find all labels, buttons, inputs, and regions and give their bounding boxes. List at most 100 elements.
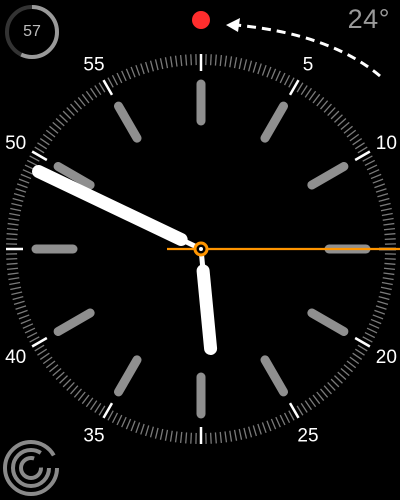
minor-tick xyxy=(49,364,59,373)
minor-tick xyxy=(185,432,188,444)
minor-tick xyxy=(308,397,317,408)
minor-tick xyxy=(111,74,119,86)
minor-tick xyxy=(9,281,21,286)
minor-tick xyxy=(229,430,233,442)
minor-tick xyxy=(257,423,262,435)
minor-tick xyxy=(346,360,357,369)
minor-tick xyxy=(135,422,141,434)
minor-tick xyxy=(22,169,34,175)
clock-hands xyxy=(32,165,400,356)
minor-tick xyxy=(209,432,212,444)
minor-tick xyxy=(383,227,395,231)
minor-tick xyxy=(247,426,253,438)
minor-tick xyxy=(42,356,53,365)
dial-numeral: 5 xyxy=(303,55,314,76)
minor-tick xyxy=(66,107,75,116)
notification-dot-icon[interactable] xyxy=(192,11,210,29)
minor-tick xyxy=(304,87,312,98)
minor-tick xyxy=(135,64,141,76)
minor-tick xyxy=(320,100,329,110)
minor-tick xyxy=(270,418,277,430)
minor-tick xyxy=(179,431,183,443)
minor-tick xyxy=(304,400,312,411)
minor-tick xyxy=(24,327,36,334)
minor-tick xyxy=(190,54,193,66)
minor-tick xyxy=(330,110,340,120)
minor-tick xyxy=(94,402,102,413)
minor-tick xyxy=(354,142,365,150)
minor-tick xyxy=(190,432,193,444)
minor-tick xyxy=(266,420,272,432)
minor-tick xyxy=(140,63,145,75)
minor-tick xyxy=(300,402,308,413)
hour-marker xyxy=(53,308,95,336)
minor-tick xyxy=(98,82,106,93)
dial-numeral: 55 xyxy=(83,55,104,76)
minor-tick xyxy=(275,416,281,428)
arrow-head-icon xyxy=(226,18,240,32)
minor-tick xyxy=(8,217,20,221)
minor-tick xyxy=(229,56,233,68)
minor-tick xyxy=(316,391,325,401)
minor-tick xyxy=(179,55,183,67)
minor-tick xyxy=(327,382,336,391)
minor-tick xyxy=(238,428,243,440)
minor-tick xyxy=(85,397,94,408)
minor-tick xyxy=(349,356,360,365)
minor-tick xyxy=(252,425,258,437)
minor-tick xyxy=(20,318,32,325)
minor-tick xyxy=(266,66,272,78)
minor-tick xyxy=(154,59,159,71)
minor-tick xyxy=(334,375,343,384)
temperature-complication[interactable]: 24° xyxy=(348,4,390,35)
minor-tick xyxy=(174,55,178,67)
minor-tick xyxy=(270,68,277,80)
minor-tick xyxy=(366,164,378,171)
minor-tick xyxy=(381,281,393,286)
minor-tick xyxy=(308,90,317,101)
minor-tick xyxy=(15,188,27,193)
minor-tick xyxy=(7,267,19,271)
minor-tick xyxy=(169,56,173,68)
minor-tick xyxy=(327,107,336,116)
minor-tick xyxy=(383,222,395,226)
minor-tick xyxy=(362,155,373,162)
minor-tick xyxy=(62,110,72,120)
minor-tick xyxy=(7,222,19,226)
minor-tick xyxy=(275,70,281,82)
minor-tick xyxy=(382,277,394,281)
minor-tick xyxy=(330,378,340,388)
minor-tick xyxy=(343,364,353,373)
activity-rings-icon[interactable] xyxy=(3,440,59,496)
minor-tick xyxy=(357,344,368,352)
minor-tick xyxy=(370,173,382,180)
minor-tick xyxy=(380,286,392,291)
minor-tick xyxy=(375,305,387,310)
minor-tick xyxy=(219,55,223,67)
minor-tick xyxy=(77,391,86,401)
minor-tick xyxy=(279,414,286,426)
minor-tick xyxy=(372,314,384,320)
minor-tick xyxy=(340,368,350,377)
dial-numeral: 20 xyxy=(376,347,397,368)
minor-tick xyxy=(372,178,384,184)
minor-tick xyxy=(164,429,169,441)
minor-tick xyxy=(149,426,155,438)
hour-marker xyxy=(114,101,142,143)
minor-tick xyxy=(364,159,376,167)
minor-tick xyxy=(130,420,136,432)
dial-numeral: 10 xyxy=(376,133,397,154)
minor-tick xyxy=(55,118,65,127)
minor-tick xyxy=(6,238,18,241)
minor-tick xyxy=(261,422,267,434)
minor-tick xyxy=(374,309,386,315)
minor-tick xyxy=(39,138,50,146)
minor-tick xyxy=(362,336,373,343)
minor-tick xyxy=(219,431,223,443)
minor-tick xyxy=(312,394,321,405)
battery-complication[interactable]: 57 xyxy=(2,2,62,62)
minor-tick xyxy=(279,72,286,84)
minor-tick xyxy=(73,388,82,398)
minor-tick xyxy=(144,425,150,437)
minor-tick xyxy=(154,427,159,439)
